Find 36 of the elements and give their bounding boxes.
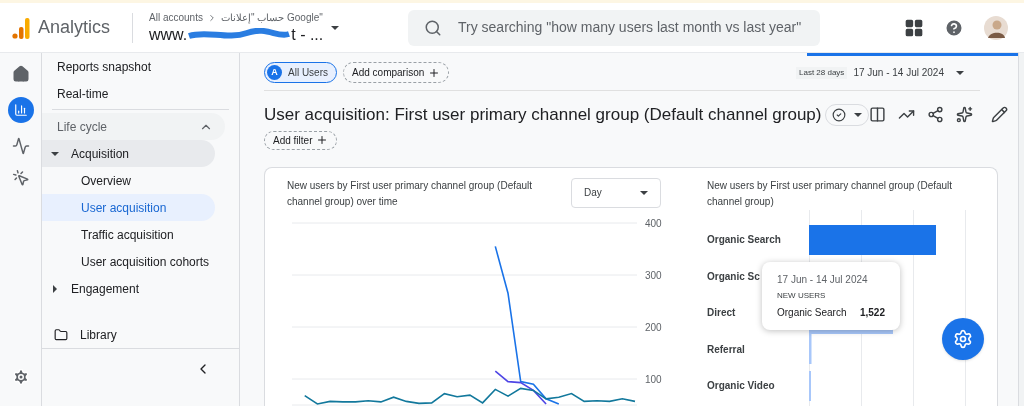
nav-item[interactable]: User acquisition: [42, 194, 215, 221]
bar-label: Organic Sc: [707, 269, 760, 284]
segment-badge: A: [267, 65, 282, 80]
breadcrumb-link[interactable]: All accounts: [149, 10, 203, 25]
nav-link[interactable]: Reports snapshot: [42, 53, 239, 80]
nav-group[interactable]: Engagement: [42, 275, 215, 302]
chart-title: New users by First user primary channel group (Default channel group) over time: [287, 178, 534, 209]
nav-item[interactable]: User acquisition cohorts: [42, 248, 215, 275]
y-axis-label: 100: [645, 373, 662, 385]
property-suffix: t - ...: [291, 25, 324, 45]
bar-label: Referral: [707, 342, 745, 357]
property-name: www.: [149, 25, 188, 45]
tooltip-metric: NEW USERS: [777, 289, 827, 302]
nav-item[interactable]: Traffic acquisition: [42, 221, 215, 248]
date-range-label: Last 28 days: [796, 66, 848, 79]
bar-label: Organic Search: [707, 233, 781, 248]
search-placeholder: Try searching "how many users last month vs last year": [458, 18, 802, 37]
y-axis-label: 300: [645, 269, 662, 281]
granularity-dropdown[interactable]: Day: [571, 177, 661, 208]
bar-label: Organic Video: [707, 379, 775, 394]
report-title: User acquisition: First user primary channel group (Default channel group): [264, 104, 822, 126]
product-name: Analytics: [38, 16, 111, 39]
nav-group[interactable]: Acquisition: [42, 140, 215, 167]
segment-chip[interactable]: A All Users: [264, 62, 337, 83]
date-range-picker[interactable]: 17 Jun - 14 Jul 2024: [853, 65, 964, 80]
y-axis-label: 400: [645, 217, 662, 229]
nav-link[interactable]: Real-time: [42, 80, 239, 107]
chart-title: New users by First user primary channel group (Default channel group): [707, 178, 954, 209]
search-field[interactable]: Try searching "how many users last month vs last year": [408, 9, 820, 46]
library-link[interactable]: Library: [42, 322, 239, 349]
tooltip-date: 17 Jun - 14 Jul 2024: [777, 272, 869, 287]
bar-label: Direct: [707, 306, 736, 321]
account-name: حساب "إعلانات Google": [220, 11, 323, 25]
nav-item[interactable]: Overview: [42, 167, 215, 194]
y-axis-label: 200: [645, 321, 662, 333]
section-header[interactable]: Life cycle: [42, 113, 225, 140]
